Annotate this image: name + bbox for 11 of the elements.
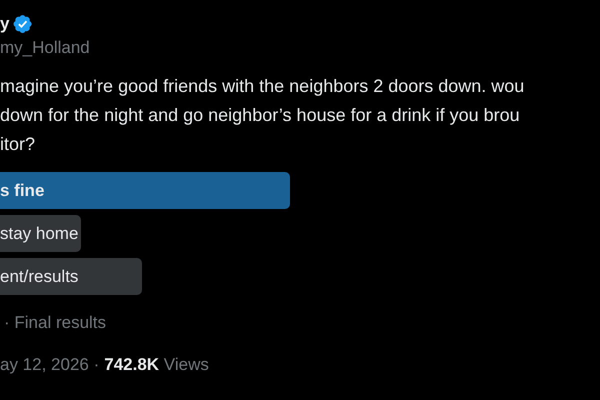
post-date[interactable]: ay 12, 2026 ·: [0, 355, 100, 375]
post-text-line: down for the night and go neighbor’s house for a drink if you brou: [0, 104, 520, 127]
poll-option-label: stay home: [0, 224, 78, 244]
poll-option-label: s fine: [0, 180, 44, 200]
author-name: y: [0, 14, 10, 34]
author-handle[interactable]: my_Holland: [0, 38, 90, 58]
post-text-line: magine you’re good friends with the neighbors 2 doors down. wou: [0, 75, 524, 98]
poll-option-label: ent/results: [0, 266, 78, 286]
poll-status: · Final results: [3, 313, 106, 333]
views-count: 742.8K Views: [104, 355, 209, 375]
post-text-line: itor?: [0, 133, 36, 156]
